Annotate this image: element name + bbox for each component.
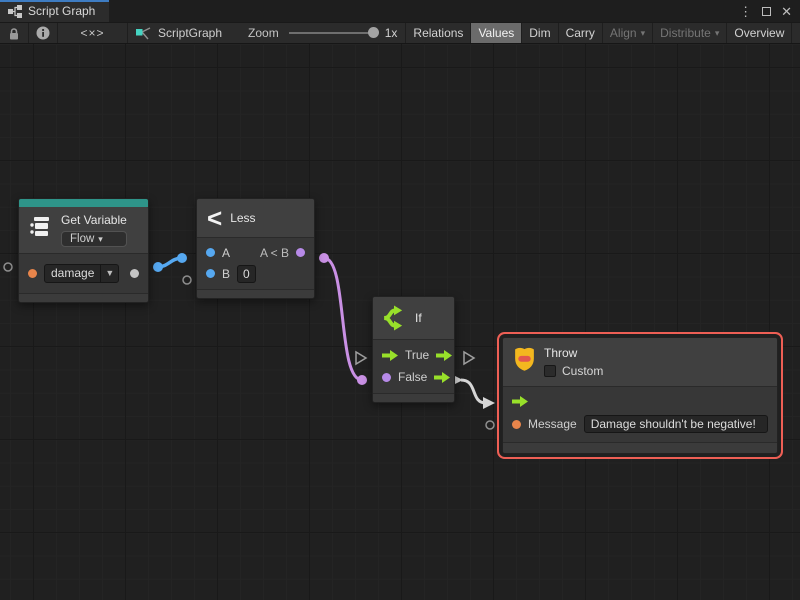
input-b-value-field[interactable]: 0	[237, 265, 256, 283]
node-title: Throw	[544, 346, 603, 360]
flow-input-port[interactable]	[382, 350, 398, 361]
node-less[interactable]: < Less A A < B B 0	[196, 198, 315, 299]
script-graph-window: Script Graph ⋮ ✕ <×>	[0, 0, 800, 600]
message-label: Message	[528, 417, 577, 431]
full-screen-button[interactable]: Full Screen	[792, 23, 800, 43]
message-value-field[interactable]: Damage shouldn't be negative!	[584, 415, 768, 433]
zoom-slider-handle[interactable]	[368, 27, 379, 38]
graph-breadcrumb[interactable]: ScriptGraph	[158, 26, 222, 40]
wire-endpoint	[153, 262, 163, 272]
tab-bar: Script Graph ⋮ ✕	[0, 0, 800, 22]
zoom-label: Zoom	[248, 26, 279, 40]
less-operator-icon: <	[207, 207, 222, 229]
toggle-dim[interactable]: Dim	[522, 23, 558, 43]
input-a-label: A	[222, 246, 230, 260]
tab-label: Script Graph	[28, 4, 95, 18]
custom-checkbox[interactable]	[544, 365, 556, 377]
toggle-label: Relations	[413, 26, 463, 40]
node-get-variable[interactable]: Get Variable Flow damage ▼	[18, 198, 149, 303]
toolbar-middle: ScriptGraph Zoom 1x	[128, 23, 406, 43]
node-if[interactable]: If True False	[372, 296, 455, 403]
false-output-port[interactable]	[434, 372, 450, 383]
tab-strip	[109, 0, 731, 22]
dropdown-label: Align	[610, 26, 637, 40]
variable-kind-accent	[19, 199, 148, 207]
false-label: False	[398, 370, 427, 384]
node-footer	[197, 289, 314, 298]
unconnected-port-indicator	[183, 276, 191, 284]
info-button[interactable]	[29, 23, 58, 43]
node-title: Less	[230, 211, 255, 225]
input-b-label: B	[222, 267, 230, 281]
wire-endpoint	[319, 253, 329, 263]
toggle-carry[interactable]: Carry	[559, 23, 603, 43]
dropdown-label: Distribute	[660, 26, 711, 40]
graph-toolbar: <×> ScriptGraph Zoom 1x Relations Values…	[0, 22, 800, 44]
zoom-slider[interactable]	[289, 32, 377, 34]
input-b-port[interactable]	[206, 269, 215, 278]
code-preview-button[interactable]: <×>	[58, 23, 128, 43]
input-a-port[interactable]	[206, 248, 215, 257]
flow-input-port[interactable]	[512, 396, 528, 407]
variable-kind-label: Flow	[70, 233, 94, 245]
variable-name-port[interactable]	[28, 269, 37, 278]
chevron-down-icon: ▼	[100, 265, 118, 282]
value-output-port[interactable]	[130, 269, 139, 278]
wire-endpoint	[357, 375, 367, 385]
script-graph-icon	[136, 25, 152, 41]
true-label: True	[405, 348, 429, 362]
info-icon	[35, 25, 51, 41]
true-output-port[interactable]	[436, 350, 452, 361]
branch-icon	[381, 305, 407, 331]
message-input-port[interactable]	[512, 420, 521, 429]
focused-tab-accent	[0, 0, 109, 2]
lock-icon	[6, 26, 22, 41]
variable-kind-dropdown[interactable]: Flow	[61, 231, 127, 247]
unconnected-port-indicator	[4, 263, 12, 271]
node-title: Get Variable	[61, 213, 127, 227]
unconnected-port-indicator	[486, 421, 494, 429]
result-output-port[interactable]	[296, 248, 305, 257]
distribute-dropdown[interactable]: Distribute	[653, 23, 727, 43]
error-shield-icon	[513, 346, 536, 372]
toggle-label: Dim	[529, 26, 550, 40]
wire-if-to-throw[interactable]	[461, 380, 486, 403]
toggle-relations[interactable]: Relations	[406, 23, 471, 43]
node-throw[interactable]: Throw Custom Message Damage shouldn't	[502, 337, 778, 454]
unconnected-flow-indicator	[464, 352, 474, 364]
window-controls: ⋮ ✕	[731, 0, 800, 22]
tab-script-graph[interactable]: Script Graph	[0, 0, 109, 22]
custom-checkbox-label: Custom	[562, 364, 603, 378]
node-footer	[19, 293, 148, 302]
toggle-label: Values	[478, 26, 514, 40]
align-dropdown[interactable]: Align	[603, 23, 653, 43]
wire-less-to-if[interactable]	[324, 258, 362, 380]
variable-icon	[27, 213, 53, 241]
condition-input-port[interactable]	[382, 373, 391, 382]
button-label: Overview	[734, 26, 784, 40]
variable-name-dropdown[interactable]: damage ▼	[44, 264, 119, 283]
maximize-icon[interactable]	[762, 7, 771, 16]
toggle-label: Carry	[566, 26, 595, 40]
node-footer	[373, 393, 454, 402]
overview-button[interactable]: Overview	[727, 23, 792, 43]
variable-name-value: damage	[45, 266, 100, 280]
graph-canvas[interactable]: Get Variable Flow damage ▼ <	[0, 44, 800, 600]
node-title: If	[415, 311, 422, 325]
wire-damage-to-a[interactable]	[158, 258, 182, 267]
wire-endpoint	[177, 253, 187, 263]
output-label: A < B	[260, 246, 289, 260]
code-icon: <×>	[80, 26, 104, 40]
graph-icon	[8, 5, 22, 18]
kebab-menu-icon[interactable]: ⋮	[739, 5, 752, 18]
zoom-value: 1x	[385, 26, 398, 40]
unconnected-flow-indicator	[356, 352, 366, 364]
lock-button[interactable]	[0, 23, 29, 43]
node-footer	[503, 442, 777, 453]
toggle-values[interactable]: Values	[471, 23, 522, 43]
close-icon[interactable]: ✕	[781, 5, 792, 18]
wire-endpoint-arrow	[483, 397, 495, 409]
